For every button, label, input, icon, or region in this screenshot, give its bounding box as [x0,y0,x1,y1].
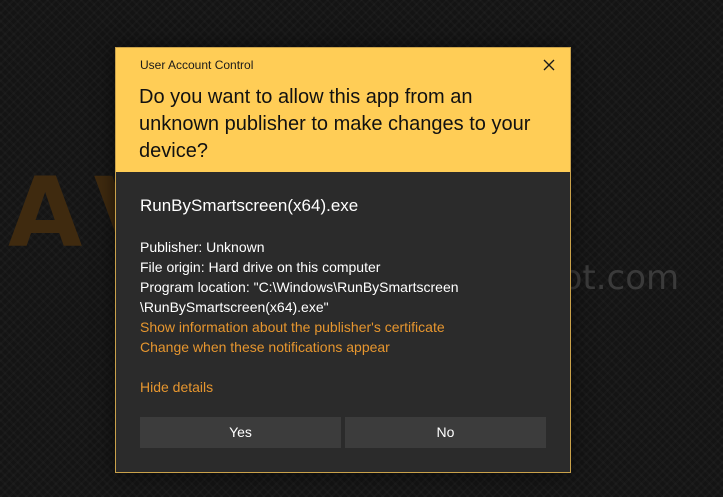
dialog-title: User Account Control [140,58,254,72]
close-icon [543,59,555,71]
program-location-line2: \RunBySmartscreen(x64).exe" [140,299,329,315]
program-location-line1: Program location: "C:\Windows\RunBySmart… [140,279,459,295]
no-button[interactable]: No [345,417,546,448]
dialog-question: Do you want to allow this app from an un… [139,86,531,162]
notifications-link[interactable]: Change when these notifications appear [140,337,550,357]
dialog-header: User Account Control Do you want to allo… [116,48,570,172]
app-name: RunBySmartscreen(x64).exe [140,196,359,215]
certificate-link[interactable]: Show information about the publisher's c… [140,317,550,337]
close-button[interactable] [538,54,560,76]
details-section: Publisher: Unknown File origin: Hard dri… [140,237,550,357]
file-origin-text: File origin: Hard drive on this computer [140,259,381,275]
publisher-text: Publisher: Unknown [140,239,265,255]
uac-dialog: User Account Control Do you want to allo… [115,47,571,473]
hide-details-link[interactable]: Hide details [140,377,213,397]
yes-button[interactable]: Yes [140,417,341,448]
